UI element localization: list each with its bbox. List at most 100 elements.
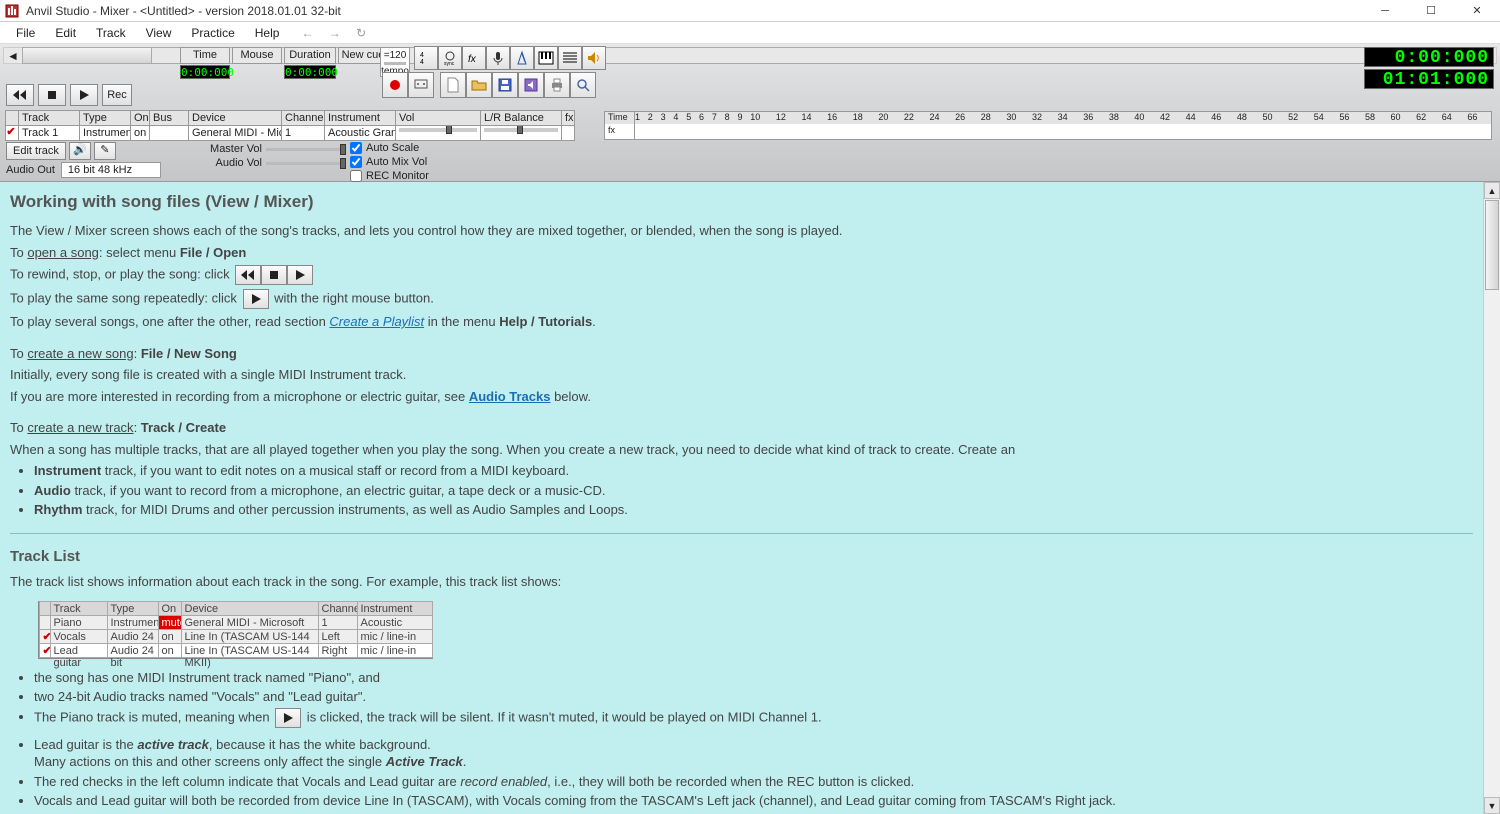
track-bus[interactable] xyxy=(149,125,189,141)
piano-icon[interactable] xyxy=(534,46,558,70)
edit-track-button[interactable]: Edit track xyxy=(6,142,66,160)
metronome-icon[interactable] xyxy=(510,46,534,70)
rec-button[interactable]: Rec xyxy=(102,84,132,106)
list-item: The Piano track is muted, meaning when i… xyxy=(34,708,1473,728)
recmon-check[interactable]: REC Monitor xyxy=(350,169,429,183)
timesig-icon[interactable]: 44 xyxy=(414,46,438,70)
list-item: Audio track, if you want to record from … xyxy=(34,482,1473,500)
ruler-time-label: Time xyxy=(605,112,635,124)
speaker-small-icon[interactable]: 🔊 xyxy=(69,142,91,160)
menu-help[interactable]: Help xyxy=(245,24,290,42)
close-button[interactable]: ✕ xyxy=(1454,0,1500,22)
col-vol[interactable]: Vol xyxy=(395,110,481,126)
divider xyxy=(10,533,1473,534)
record-icon[interactable] xyxy=(382,72,408,98)
timeline-body[interactable]: fx xyxy=(604,124,1492,140)
new-file-icon[interactable] xyxy=(440,72,466,98)
tool-icon-row: 44 sync fx xyxy=(414,46,606,70)
tracklist-notes-2: Lead guitar is the active track, because… xyxy=(34,736,1473,810)
col-on[interactable]: On xyxy=(130,110,150,126)
track-type[interactable]: Instrument xyxy=(79,125,131,141)
save-floppy-icon[interactable] xyxy=(492,72,518,98)
scroll-up-icon[interactable]: ▲ xyxy=(1484,182,1500,199)
col-type[interactable]: Type xyxy=(79,110,131,126)
track-table-header: Track Name Type On Bus Out Device Channe… xyxy=(6,110,575,126)
col-check[interactable] xyxy=(5,110,19,126)
track-channel[interactable]: 1 xyxy=(281,125,325,141)
timeline-ruler[interactable]: Time 12345678910121416182022242628303234… xyxy=(604,111,1492,125)
list-item: Lead guitar is the active track, because… xyxy=(34,736,1473,771)
scroll-down-icon[interactable]: ▼ xyxy=(1484,797,1500,814)
file-icon-row xyxy=(382,72,596,98)
list-item: Rhythm track, for MIDI Drums and other p… xyxy=(34,501,1473,519)
history-nav-icons[interactable]: ← → ↻ xyxy=(301,26,372,40)
help-newtrack-line: To create a new track: Track / Create xyxy=(10,419,1473,437)
play-button[interactable] xyxy=(70,84,98,106)
track-fx[interactable] xyxy=(561,125,575,141)
open-folder-icon[interactable] xyxy=(466,72,492,98)
title-bar: Anvil Studio - Mixer - <Untitled> - vers… xyxy=(0,0,1500,22)
audio-out-value[interactable]: 16 bit 48 kHz xyxy=(61,162,161,178)
rewind-button[interactable] xyxy=(6,84,34,106)
help-repeat-line: To play the same song repeatedly: click … xyxy=(10,289,1473,309)
track-instrument[interactable]: Acoustic Grand xyxy=(324,125,396,141)
track-row[interactable]: ✔ Track 1 Instrument on General MIDI - M… xyxy=(6,125,575,141)
microphone-icon[interactable] xyxy=(486,46,510,70)
track-on[interactable]: on xyxy=(130,125,150,141)
menu-track[interactable]: Track xyxy=(86,24,136,42)
menu-edit[interactable]: Edit xyxy=(45,24,86,42)
audio-tracks-link[interactable]: Audio Tracks xyxy=(469,389,551,404)
col-device[interactable]: Device xyxy=(188,110,282,126)
col-bus[interactable]: Bus Out xyxy=(149,110,189,126)
menu-view[interactable]: View xyxy=(136,24,182,42)
app-icon xyxy=(4,3,20,19)
zoom-icon[interactable] xyxy=(570,72,596,98)
option-checks: Auto Scale Auto Mix Vol REC Monitor xyxy=(350,141,429,183)
automix-check[interactable]: Auto Mix Vol xyxy=(350,155,429,169)
main-time-display: 0:00:000 01:01:000 xyxy=(1364,47,1494,91)
help-rewind-line: To rewind, stop, or play the song: click xyxy=(10,265,1473,285)
duration-label: Duration xyxy=(284,47,336,64)
col-balance[interactable]: L/R Balance xyxy=(480,110,562,126)
col-instrument[interactable]: Instrument xyxy=(324,110,396,126)
svg-text:sync: sync xyxy=(444,61,455,66)
track-bal-slider[interactable] xyxy=(480,125,562,141)
scroll-left-icon[interactable]: ◄ xyxy=(3,47,23,64)
sync-icon[interactable]: sync xyxy=(438,46,462,70)
menu-practice[interactable]: Practice xyxy=(181,24,244,42)
scroll-thumb[interactable] xyxy=(22,47,152,64)
maximize-button[interactable]: ☐ xyxy=(1408,0,1454,22)
menu-file[interactable]: File xyxy=(6,24,45,42)
audio-vol-slider[interactable] xyxy=(266,162,346,165)
track-name[interactable]: Track 1 xyxy=(18,125,80,141)
col-channel[interactable]: Channel xyxy=(281,110,325,126)
stop-button[interactable] xyxy=(38,84,66,106)
create-playlist-link[interactable]: Create a Playlist xyxy=(329,314,424,329)
duration-value: 0:00:000 xyxy=(284,65,336,79)
col-name[interactable]: Track Name xyxy=(18,110,80,126)
staff-icon[interactable] xyxy=(558,46,582,70)
scroll-thumb[interactable] xyxy=(1485,200,1499,290)
track-vol-slider[interactable] xyxy=(395,125,481,141)
audio-out-label: Audio Out xyxy=(6,164,55,176)
pencil-small-icon[interactable]: ✎ xyxy=(94,142,116,160)
help-scrollbar[interactable]: ▲ ▼ xyxy=(1483,182,1500,814)
track-check[interactable]: ✔ xyxy=(5,125,19,141)
fx-icon[interactable]: fx xyxy=(462,46,486,70)
save-audio-icon[interactable] xyxy=(518,72,544,98)
help-pane: Working with song files (View / Mixer) T… xyxy=(0,182,1483,814)
col-fx[interactable]: fx xyxy=(561,110,575,126)
edit-row: Edit track 🔊 ✎ xyxy=(6,142,116,160)
print-icon[interactable] xyxy=(544,72,570,98)
autoscale-check[interactable]: Auto Scale xyxy=(350,141,429,155)
master-vol-slider[interactable] xyxy=(266,148,346,151)
help-playlist-line: To play several songs, one after the oth… xyxy=(10,313,1473,331)
device-icon[interactable] xyxy=(408,72,434,98)
speaker-icon[interactable] xyxy=(582,46,606,70)
toolbar-panel: ◄ ► Time Mouse Duration New cue 0:00:000… xyxy=(0,44,1500,182)
help-heading: Working with song files (View / Mixer) xyxy=(10,192,1473,212)
minimize-button[interactable]: ─ xyxy=(1362,0,1408,22)
track-device[interactable]: General MIDI - Microso xyxy=(188,125,282,141)
help-newtrack2: When a song has multiple tracks, that ar… xyxy=(10,441,1473,459)
timeline-fx-cell[interactable]: fx xyxy=(605,124,635,139)
